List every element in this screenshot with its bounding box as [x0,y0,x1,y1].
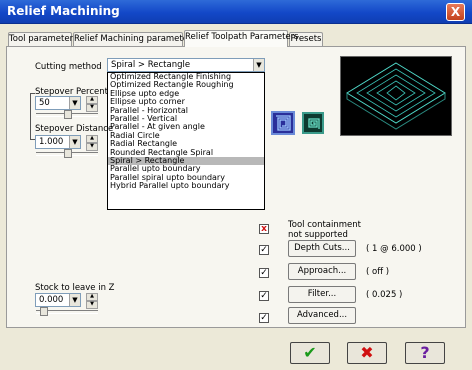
square-spiral-icon [276,115,291,131]
stepover-distance-label: Stepover Distance [35,124,114,134]
slider-thumb[interactable] [64,149,72,158]
filter-checkbox[interactable]: ✓ [259,291,269,301]
spin-up-icon[interactable]: ▲ [86,293,98,301]
tool-containment-checkbox[interactable]: x [259,224,269,234]
tab-relief-machining-parameters[interactable]: Relief Machining parameters [73,32,196,46]
tool-containment-label: Tool containment [288,220,361,230]
approach-button[interactable]: Approach... [288,263,356,280]
stepover-percent-field[interactable]: 50 ▼ [35,96,81,110]
tab-relief-toolpath-parameters[interactable]: Relief Toolpath Parameters [184,30,299,47]
slider-thumb[interactable] [64,110,72,119]
chevron-down-icon[interactable]: ▼ [69,97,80,109]
cutting-method-select[interactable]: Spiral > Rectangle ▼ [107,58,265,72]
spin-down-icon[interactable]: ▼ [86,143,98,151]
window-title: Relief Machining [7,4,120,18]
spin-down-icon[interactable]: ▼ [86,104,98,112]
stepover-percent-slider[interactable] [36,110,98,119]
stock-to-leave-value: 0.000 [39,295,64,305]
spin-down-icon[interactable]: ▼ [86,301,98,309]
spiral-inward-button[interactable] [271,111,295,135]
stepover-distance-value: 1.000 [39,137,64,147]
spin-up-icon[interactable]: ▲ [86,96,98,104]
dropdown-option[interactable]: Hybrid Parallel upto boundary [108,181,264,190]
advanced-button[interactable]: Advanced... [288,307,356,324]
spin-up-icon[interactable]: ▲ [86,135,98,143]
filter-button[interactable]: Filter... [288,286,356,303]
chevron-down-icon[interactable]: ▼ [69,136,80,148]
approach-checkbox[interactable]: ✓ [259,268,269,278]
slider-thumb[interactable] [40,307,48,316]
stepover-distance-slider[interactable] [36,149,98,158]
depth-cuts-checkbox[interactable]: ✓ [259,245,269,255]
tool-containment-note: not supported [288,230,348,240]
close-button[interactable]: X [446,3,465,21]
cancel-button[interactable]: ✖ [347,342,387,364]
toolpath-preview [340,56,452,136]
chevron-down-icon[interactable]: ▼ [253,59,264,71]
ok-button[interactable]: ✔ [290,342,330,364]
stepover-distance-spinner[interactable]: ▲ ▼ [86,135,98,151]
advanced-checkbox[interactable]: ✓ [259,313,269,323]
stepover-percent-spinner[interactable]: ▲ ▼ [86,96,98,112]
stock-to-leave-slider[interactable] [36,307,98,316]
filter-info: ( 0.025 ) [366,290,403,300]
stock-to-leave-label: Stock to leave in Z [35,283,115,293]
stepover-percent-value: 50 [39,98,50,108]
spiral-preview-icon [346,62,446,130]
spiral-outward-button[interactable] [302,112,324,134]
depth-cuts-info: ( 1 @ 6.000 ) [366,244,422,254]
stock-to-leave-spinner[interactable]: ▲ ▼ [86,293,98,309]
help-button[interactable]: ? [405,342,445,364]
chevron-down-icon[interactable]: ▼ [69,294,80,306]
tab-tool-parameters[interactable]: Tool parameters [8,32,78,46]
square-spiral-icon [308,118,320,129]
cutting-method-dropdown-list: Optimized Rectangle Finishing Optimized R… [107,72,265,210]
depth-cuts-button[interactable]: Depth Cuts... [288,240,356,257]
stock-to-leave-field[interactable]: 0.000 ▼ [35,293,81,307]
cutting-method-label: Cutting method [35,62,102,72]
approach-info: ( off ) [366,267,390,277]
cutting-method-value: Spiral > Rectangle [111,60,191,70]
stepover-distance-field[interactable]: 1.000 ▼ [35,135,81,149]
